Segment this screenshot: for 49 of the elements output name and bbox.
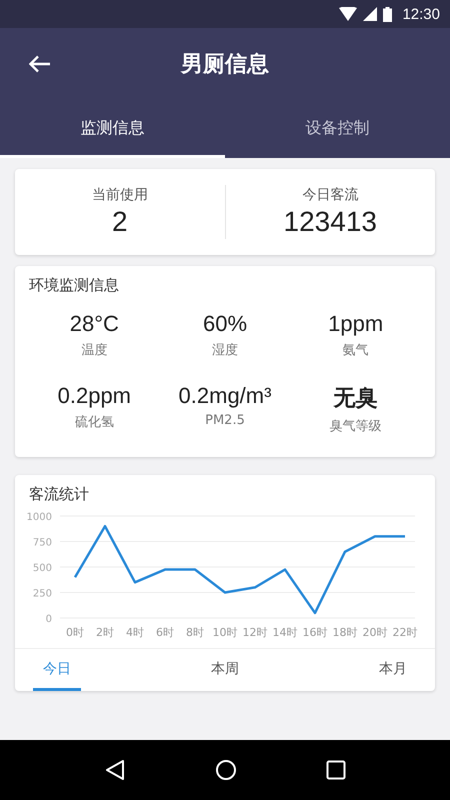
period-tab[interactable]: 本月 [369, 649, 417, 691]
x-tick-label: 12时 [242, 626, 268, 639]
battery-icon [383, 6, 392, 22]
reading-label: 温度 [81, 342, 108, 359]
home-icon[interactable] [214, 759, 237, 781]
x-tick-label: 0时 [66, 626, 84, 639]
reading-label: 硫化氢 [74, 414, 114, 431]
x-tick-label: 16时 [302, 626, 328, 639]
reading-value: 0.2mg/m³ [178, 383, 272, 409]
summary-value: 2 [112, 206, 128, 238]
signal-icon [363, 7, 378, 21]
x-tick-label: 14时 [272, 626, 298, 639]
period-tab[interactable]: 今日 [33, 649, 81, 691]
back-icon[interactable] [104, 759, 126, 781]
reading-value: 0.2ppm [58, 383, 132, 409]
reading-label: PM2.5 [205, 413, 245, 428]
wifi-icon [339, 7, 358, 21]
x-tick-label: 10时 [212, 626, 238, 639]
y-tick-label: 1000 [26, 512, 52, 523]
recents-icon[interactable] [326, 760, 346, 780]
tab[interactable]: 设备控制 [225, 100, 450, 158]
reading-value: 无臭 [334, 384, 378, 412]
reading-value: 60% [202, 311, 248, 337]
x-tick-label: 20时 [362, 626, 388, 639]
card-title: 客流统计 [29, 485, 90, 504]
back-arrow-icon[interactable] [29, 55, 51, 73]
summary-value: 123413 [284, 206, 377, 238]
x-tick-label: 18时 [332, 626, 358, 639]
window-title: 男厕信息 [181, 51, 269, 79]
reading-value: 28°C [70, 311, 119, 337]
reading-label: 氨气 [342, 342, 369, 359]
y-tick-label: 500 [32, 563, 52, 574]
period-tab[interactable]: 本周 [201, 649, 249, 691]
x-tick-label: 22时 [392, 626, 418, 639]
reading-label: 湿度 [212, 342, 238, 359]
summary-label: 当前使用 [92, 186, 148, 204]
reading-label: 臭气等级 [330, 418, 382, 435]
y-tick-label: 250 [32, 588, 52, 600]
card-title: 环境监测信息 [29, 276, 120, 295]
x-tick-label: 6时 [156, 626, 174, 639]
reading-value: 1ppm [328, 311, 384, 337]
x-tick-label: 4时 [126, 626, 144, 639]
x-tick-label: 2时 [96, 626, 114, 639]
y-tick-label: 0 [46, 614, 52, 625]
status-time: 12:30 [402, 6, 440, 22]
y-tick-label: 750 [32, 538, 52, 548]
summary-label: 今日客流 [302, 186, 358, 204]
x-tick-label: 8时 [186, 626, 204, 639]
tab[interactable]: 监测信息 [0, 100, 225, 158]
